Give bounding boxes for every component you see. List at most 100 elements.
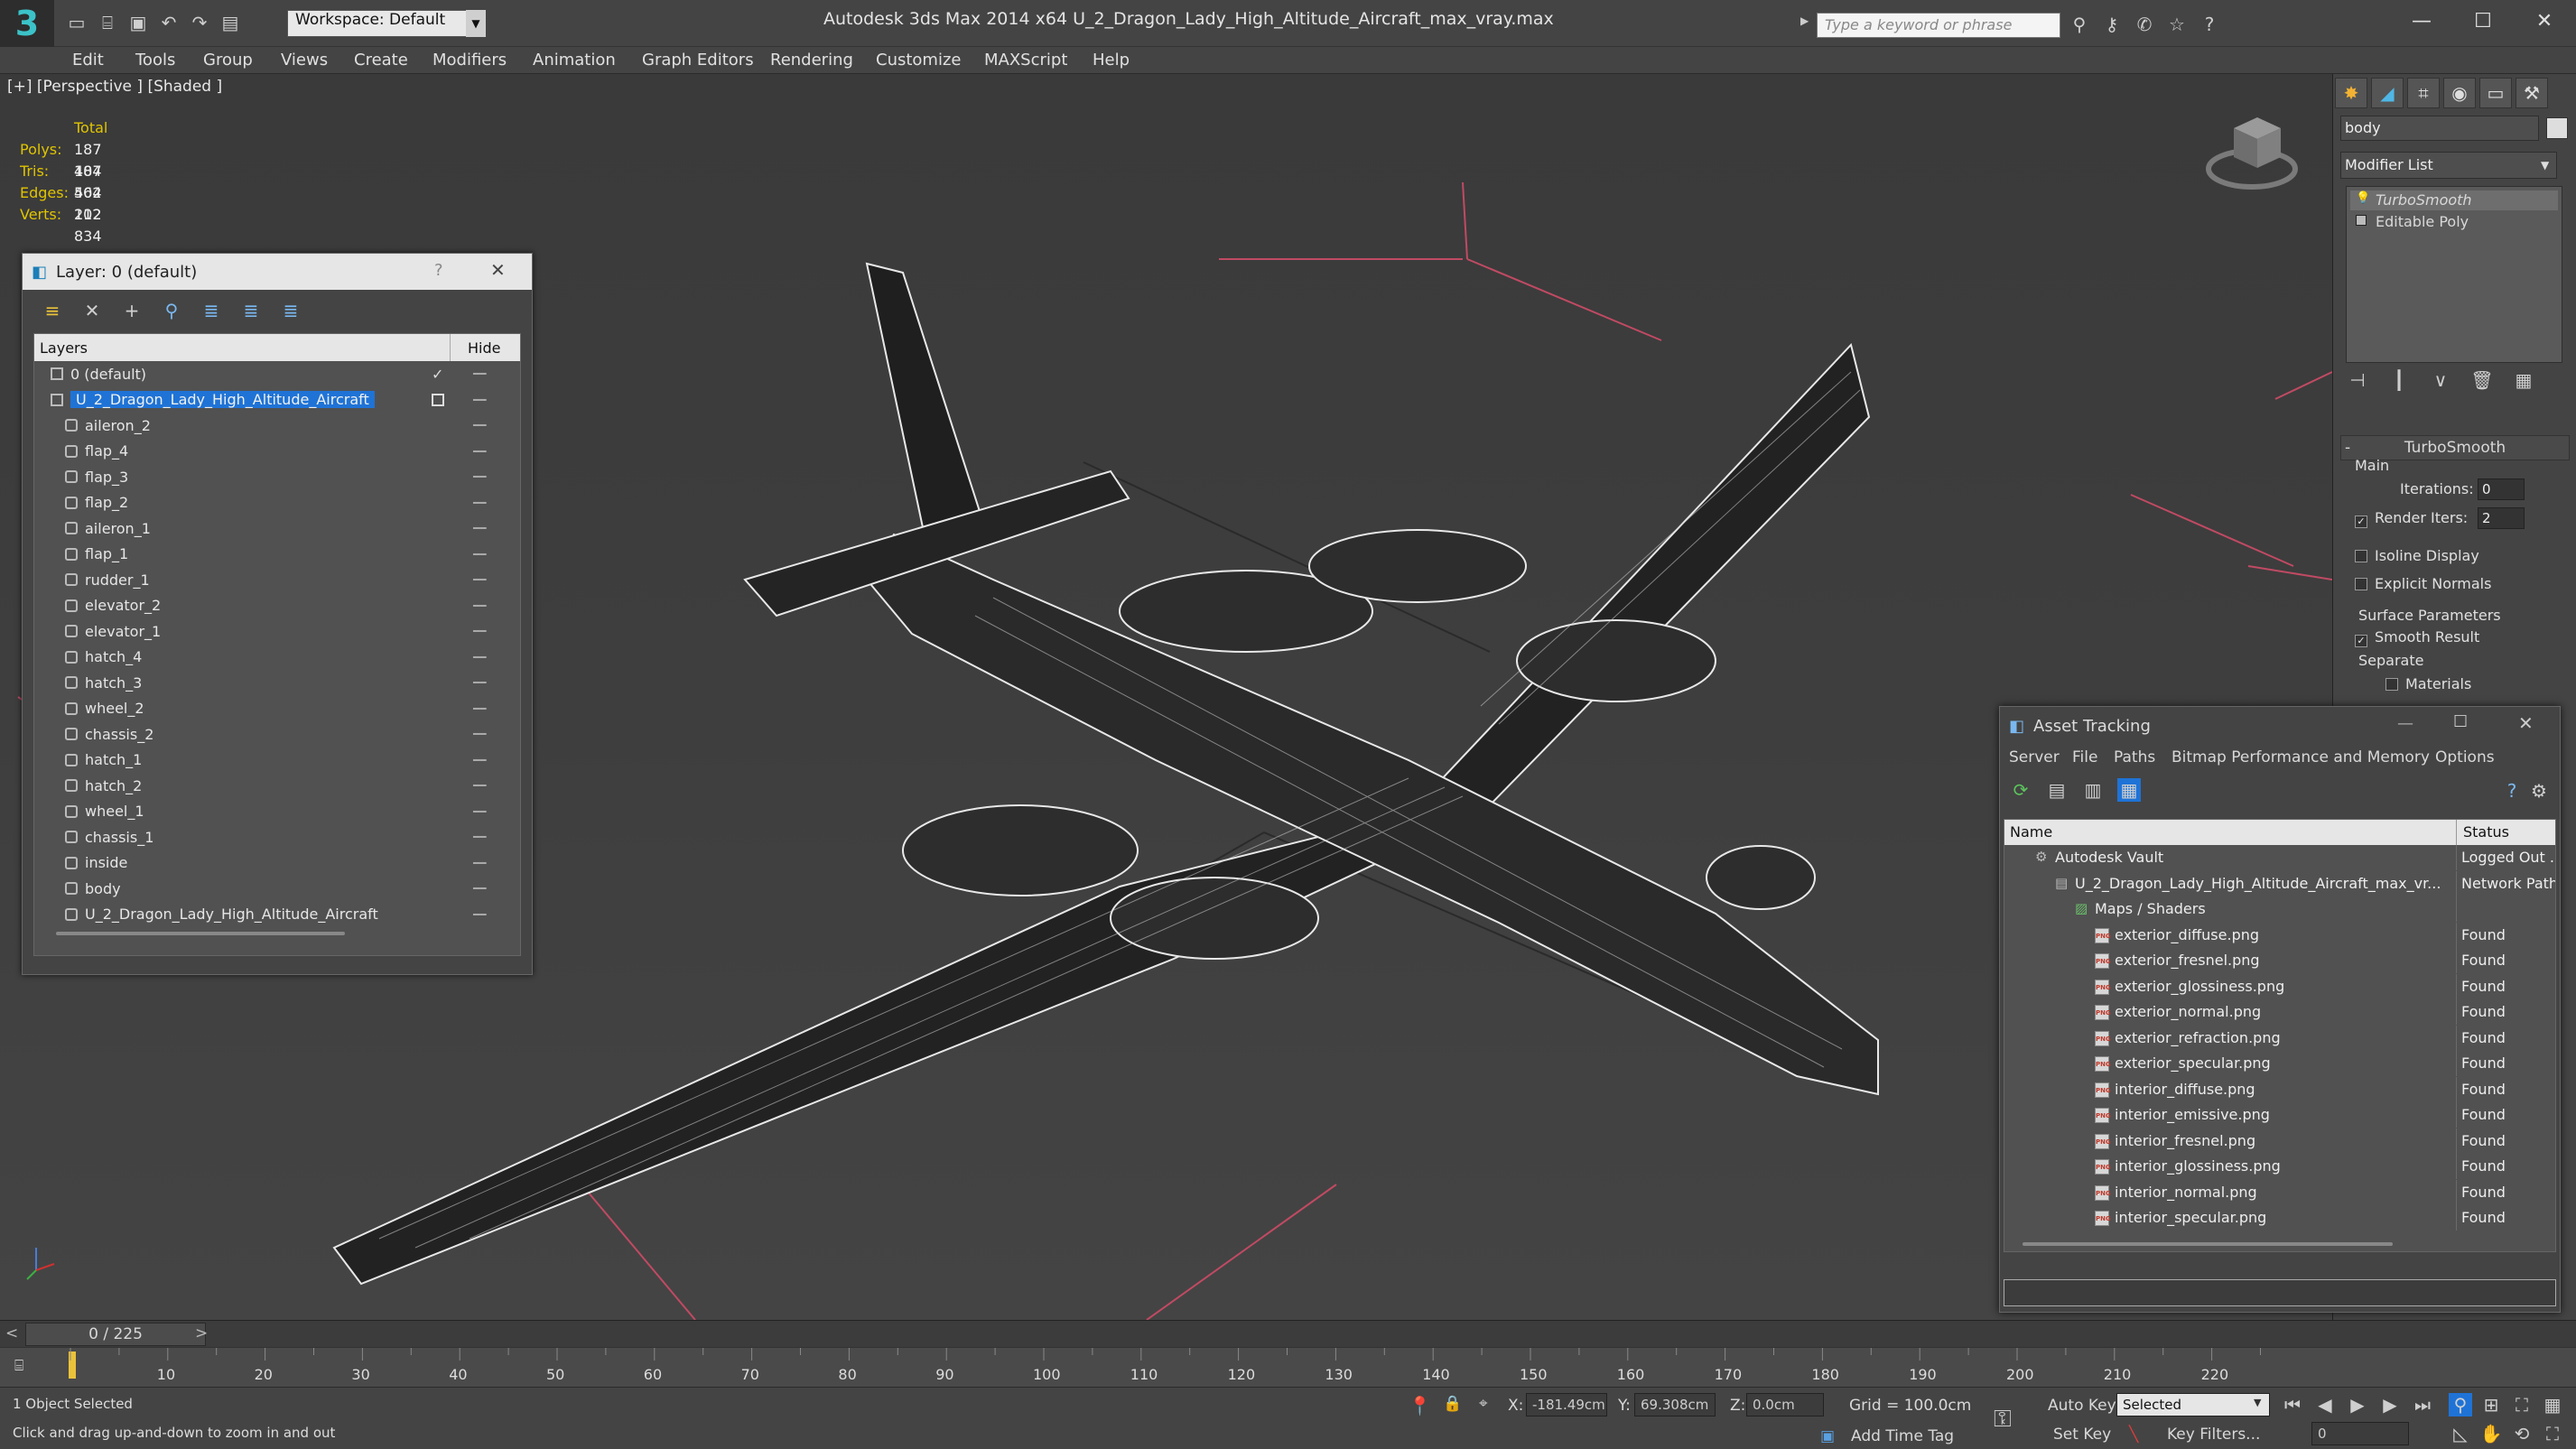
menu-graph-editors[interactable]: Graph Editors xyxy=(642,51,754,70)
chevron-down-icon[interactable]: ▼ xyxy=(2541,153,2557,177)
menu-customize[interactable]: Customize xyxy=(876,51,961,70)
menu-edit[interactable]: Edit xyxy=(72,51,104,70)
minimize-icon[interactable]: — xyxy=(2389,0,2454,42)
col-status[interactable]: Status xyxy=(2463,823,2509,841)
asset-row[interactable]: PNG exterior_glossiness.png Found xyxy=(2004,973,2555,1000)
hide-toggle-icon[interactable]: ━━ xyxy=(473,728,486,740)
next-frame-icon[interactable]: ▶ xyxy=(2378,1393,2402,1416)
asset-row[interactable]: PNG exterior_diffuse.png Found xyxy=(2004,922,2555,949)
key-mode-dropdown[interactable]: Selected xyxy=(2116,1393,2270,1416)
modifier-list-dropdown[interactable]: Modifier List xyxy=(2340,152,2557,179)
show-end-result-icon[interactable]: ┃ xyxy=(2387,368,2411,392)
add-time-tag[interactable]: Add Time Tag xyxy=(1851,1427,1954,1445)
configure-sets-icon[interactable]: ▦ xyxy=(2512,368,2535,392)
menu-bitmap-performance[interactable]: Bitmap Performance and Memory xyxy=(2171,748,2430,766)
hide-toggle-icon[interactable]: ━━ xyxy=(473,548,486,561)
asset-row[interactable]: PNG interior_diffuse.png Found xyxy=(2004,1076,2555,1103)
menu-rendering[interactable]: Rendering xyxy=(770,51,853,70)
layer-object-row[interactable]: flap_2 ━━ xyxy=(34,490,520,516)
hide-toggle-icon[interactable]: ━━ xyxy=(473,779,486,792)
menu-modifiers[interactable]: Modifiers xyxy=(432,51,507,70)
redo-icon[interactable]: ↷ xyxy=(188,11,211,34)
asset-row[interactable]: PNG interior_emissive.png Found xyxy=(2004,1102,2555,1129)
key-filters-button[interactable]: Key Filters... xyxy=(2167,1426,2260,1444)
settings-icon[interactable]: ⚙ xyxy=(2527,779,2551,803)
add-to-layer-icon[interactable]: + xyxy=(120,299,144,322)
hide-toggle-icon[interactable]: ━━ xyxy=(473,754,486,766)
go-to-end-icon[interactable]: ⏭ xyxy=(2411,1393,2434,1416)
viewport-label-menu[interactable]: [+] [Perspective ] [Shaded ] xyxy=(7,78,222,96)
hide-toggle-icon[interactable]: ━━ xyxy=(473,470,486,483)
layer-row[interactable]: U_2_Dragon_Lady_High_Altitude_Aircraft ━━ xyxy=(34,387,520,413)
time-slider-thumb[interactable]: 0 / 225 xyxy=(25,1323,206,1346)
tree-view-icon[interactable]: ▥ xyxy=(2081,778,2105,802)
lightbulb-icon[interactable]: 💡 xyxy=(2356,191,2370,205)
search-expand-icon[interactable]: ▶ xyxy=(1800,14,1813,36)
isoline-display-row[interactable]: Isoline Display xyxy=(2355,547,2576,564)
hide-toggle-icon[interactable]: ━━ xyxy=(473,573,486,586)
layer-object-row[interactable]: flap_4 ━━ xyxy=(34,439,520,465)
layer-object-row[interactable]: flap_1 ━━ xyxy=(34,542,520,568)
col-hide[interactable]: Hide xyxy=(468,339,500,357)
minimize-icon[interactable]: — xyxy=(2397,714,2413,733)
open-file-icon[interactable]: ⌸ xyxy=(96,11,119,34)
asset-row[interactable]: PNG interior_specular.png Found xyxy=(2004,1205,2555,1231)
save-icon[interactable]: ▣ xyxy=(126,11,150,34)
new-file-icon[interactable]: ▭ xyxy=(65,11,88,34)
chevron-right-icon[interactable]: > xyxy=(195,1324,208,1342)
zoom-extents-icon[interactable]: ⛶ xyxy=(2510,1393,2534,1416)
layer-object-row[interactable]: hatch_4 ━━ xyxy=(34,645,520,671)
key-icon[interactable]: ⚷ xyxy=(2100,13,2124,36)
hide-toggle-icon[interactable]: ━━ xyxy=(473,445,486,458)
asset-row[interactable]: PNG exterior_refraction.png Found xyxy=(2004,1025,2555,1052)
maximize-icon[interactable]: ☐ xyxy=(2453,712,2468,731)
menu-help[interactable]: Help xyxy=(1093,51,1130,70)
object-color-swatch[interactable] xyxy=(2546,117,2568,139)
set-key-mode-key-icon[interactable]: ⚿ xyxy=(1994,1406,2012,1434)
orbit-icon[interactable]: ⟲ xyxy=(2510,1422,2534,1445)
hide-toggle-icon[interactable]: ━━ xyxy=(473,702,486,715)
hierarchy-tab-icon[interactable]: ⌗ xyxy=(2407,78,2440,108)
undo-icon[interactable]: ↶ xyxy=(157,11,181,34)
highlight-layer-icon[interactable]: ≣ xyxy=(200,299,223,322)
help-icon[interactable]: ? xyxy=(2198,13,2221,36)
display-tab-icon[interactable]: ▭ xyxy=(2479,78,2512,108)
modify-tab-icon[interactable]: ◢ xyxy=(2371,78,2404,108)
chevron-left-icon[interactable]: < xyxy=(5,1324,18,1342)
layer-object-row[interactable]: wheel_2 ━━ xyxy=(34,696,520,722)
create-tab-icon[interactable]: ✸ xyxy=(2335,78,2367,108)
horizontal-scrollbar[interactable] xyxy=(2023,1242,2393,1246)
lock-icon[interactable]: 🔒 xyxy=(1443,1395,1462,1413)
communication-icon[interactable]: ✆ xyxy=(2133,13,2156,36)
hide-all-layers-icon[interactable]: ≣ xyxy=(239,299,263,322)
checkbox-checked-icon[interactable]: ✓ xyxy=(2355,516,2367,528)
menu-server[interactable]: Server xyxy=(2009,748,2060,766)
object-name-field[interactable]: body xyxy=(2340,116,2539,141)
menu-paths[interactable]: Paths xyxy=(2114,748,2155,766)
help-icon[interactable]: ? xyxy=(2500,779,2524,803)
checkbox-icon[interactable] xyxy=(2355,578,2367,590)
maximize-viewport-icon[interactable]: ⛶ xyxy=(2541,1422,2564,1445)
layer-manager-titlebar[interactable]: ◧ Layer: 0 (default) ? ✕ xyxy=(23,254,532,290)
absolute-mode-icon[interactable]: ⌖ xyxy=(1479,1395,1488,1413)
hide-toggle-icon[interactable]: ━━ xyxy=(473,882,486,895)
hide-toggle-icon[interactable]: ━━ xyxy=(473,522,486,534)
hide-toggle-icon[interactable]: ━━ xyxy=(473,651,486,664)
layer-object-row[interactable]: chassis_2 ━━ xyxy=(34,721,520,748)
search-input[interactable]: Type a keyword or phrase xyxy=(1817,13,2060,38)
remove-modifier-icon[interactable]: 🗑 xyxy=(2470,368,2494,392)
asset-row[interactable]: ▨ Maps / Shaders xyxy=(2004,896,2555,923)
zoom-extents-all-icon[interactable]: ▦ xyxy=(2541,1393,2564,1416)
layer-object-row[interactable]: rudder_1 ━━ xyxy=(34,567,520,593)
viewcube-icon[interactable] xyxy=(2206,117,2298,190)
table-view-icon[interactable]: ▦ xyxy=(2117,778,2141,802)
layer-object-row[interactable]: inside ━━ xyxy=(34,850,520,877)
checkbox-checked-icon[interactable]: ✓ xyxy=(2355,635,2367,647)
layer-object-row[interactable]: chassis_1 ━━ xyxy=(34,824,520,850)
menu-file[interactable]: File xyxy=(2072,748,2097,766)
x-coordinate-field[interactable]: -181.49cm xyxy=(1526,1393,1607,1416)
hide-toggle-icon[interactable]: ━━ xyxy=(473,676,486,689)
menu-tools[interactable]: Tools xyxy=(135,51,175,70)
y-coordinate-field[interactable]: 69.308cm xyxy=(1634,1393,1716,1416)
checkbox-icon[interactable] xyxy=(2355,550,2367,562)
